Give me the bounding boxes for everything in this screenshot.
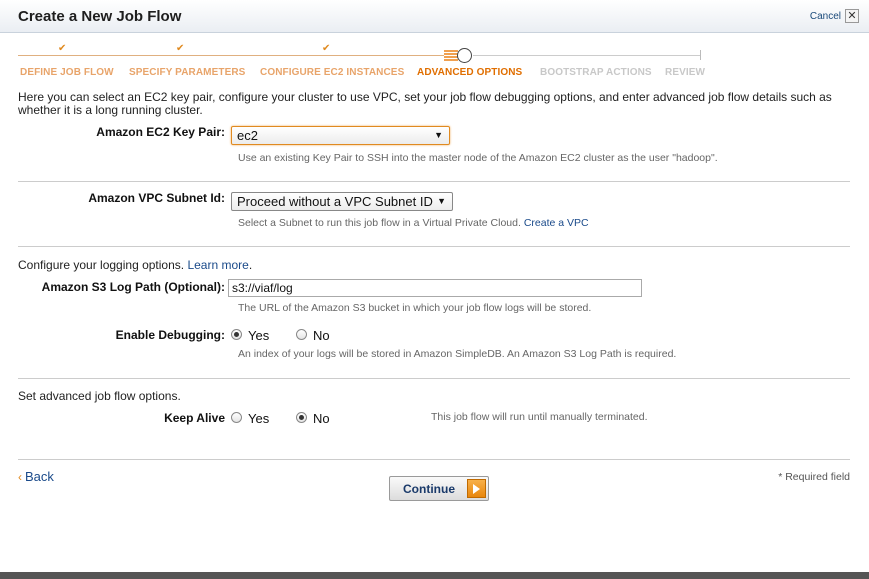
- create-vpc-link[interactable]: Create a VPC: [524, 217, 589, 229]
- s3-log-path-input[interactable]: s3://viaf/log: [228, 279, 642, 297]
- intro-text: Here you can select an EC2 key pair, con…: [18, 90, 832, 117]
- keep-alive-yes-label: Yes: [248, 411, 270, 426]
- divider: [18, 246, 850, 247]
- keep-alive-no-label: No: [313, 411, 330, 426]
- step-check-icon: ✔: [322, 43, 331, 54]
- required-field-note: * Required field: [778, 471, 850, 483]
- divider: [18, 459, 850, 460]
- progress-line-todo: [473, 55, 701, 56]
- vpc-subnet-label: Amazon VPC Subnet Id:: [88, 191, 225, 205]
- wizard-progress: ✔ ✔ ✔ DEFINE JOB FLOW SPECIFY PARAMETERS…: [18, 40, 708, 80]
- close-icon[interactable]: ✕: [845, 9, 859, 23]
- enable-debugging-label: Enable Debugging:: [115, 328, 225, 342]
- key-pair-help: Use an existing Key Pair to SSH into the…: [238, 152, 718, 164]
- step-specify-parameters: SPECIFY PARAMETERS: [129, 67, 246, 78]
- continue-button[interactable]: Continue: [389, 476, 489, 501]
- logging-section-text: Configure your logging options. Learn mo…: [18, 258, 252, 272]
- keep-alive-help: This job flow will run until manually te…: [431, 411, 648, 423]
- debugging-yes-label: Yes: [248, 328, 270, 343]
- keep-alive-yes-radio[interactable]: [231, 412, 242, 423]
- step-bootstrap-actions: BOOTSTRAP ACTIONS: [540, 67, 652, 78]
- vpc-subnet-help: Select a Subnet to run this job flow in …: [238, 217, 589, 229]
- logging-intro: Configure your logging options.: [18, 258, 185, 272]
- back-link[interactable]: ‹ Back: [18, 469, 54, 484]
- s3-log-path-help: The URL of the Amazon S3 bucket in which…: [238, 302, 592, 314]
- dialog-title: Create a New Job Flow: [18, 8, 182, 25]
- debugging-no-label: No: [313, 328, 330, 343]
- step-advanced-options: ADVANCED OPTIONS: [417, 67, 523, 78]
- step-configure-ec2-instances: CONFIGURE EC2 INSTANCES: [260, 67, 405, 78]
- back-label: Back: [25, 469, 54, 484]
- continue-label: Continue: [403, 482, 455, 496]
- divider: [18, 181, 850, 182]
- vpc-help-text: Select a Subnet to run this job flow in …: [238, 217, 521, 229]
- dropdown-arrow-icon: ▼: [434, 130, 443, 140]
- key-pair-label: Amazon EC2 Key Pair:: [96, 125, 225, 139]
- progress-line-done: [18, 55, 465, 56]
- step-review: REVIEW: [665, 67, 706, 78]
- learn-more-link[interactable]: Learn more: [187, 258, 248, 272]
- current-step-trail: [444, 50, 458, 61]
- period: .: [248, 258, 253, 272]
- key-pair-select[interactable]: ec2 ▼: [231, 126, 450, 145]
- chevron-left-icon: ‹: [18, 470, 22, 484]
- step-define-job-flow: DEFINE JOB FLOW: [20, 67, 114, 78]
- s3-log-path-label: Amazon S3 Log Path (Optional):: [41, 280, 225, 294]
- debugging-yes-radio[interactable]: [231, 329, 242, 340]
- arrow-right-icon: [467, 479, 486, 498]
- keep-alive-label: Keep Alive: [164, 411, 225, 425]
- debugging-help: An index of your logs will be stored in …: [238, 348, 677, 360]
- progress-end-tick: [700, 50, 701, 60]
- advanced-section-text: Set advanced job flow options.: [18, 389, 181, 403]
- dropdown-arrow-icon: ▼: [437, 196, 446, 206]
- debugging-no-radio[interactable]: [296, 329, 307, 340]
- window-bottom-edge: [0, 572, 869, 579]
- dialog-header: Create a New Job Flow Cancel ✕: [0, 0, 869, 33]
- key-pair-value: ec2: [237, 128, 258, 143]
- divider: [18, 378, 850, 379]
- step-check-icon: ✔: [58, 43, 67, 54]
- cancel-link[interactable]: Cancel: [810, 11, 841, 22]
- step-check-icon: ✔: [176, 43, 185, 54]
- current-step-icon: [457, 48, 472, 63]
- vpc-subnet-select[interactable]: Proceed without a VPC Subnet ID ▼: [231, 192, 453, 211]
- keep-alive-no-radio[interactable]: [296, 412, 307, 423]
- vpc-subnet-value: Proceed without a VPC Subnet ID: [237, 194, 433, 209]
